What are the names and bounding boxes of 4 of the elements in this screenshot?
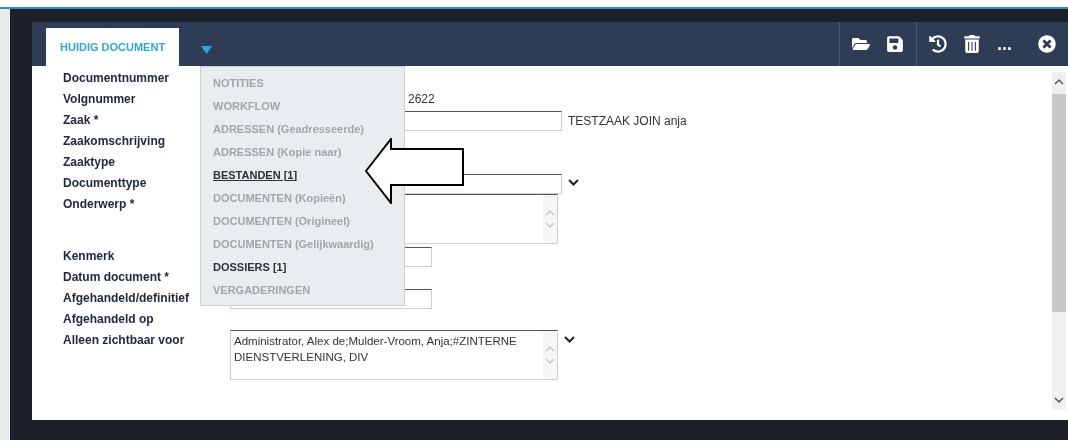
field-value: Administrator, Alex de;Mulder-Vroom, Anja;#ZINTERNE DIENSTVERLENING, DIV xyxy=(234,335,517,363)
field-label: Afgehandeld op xyxy=(63,311,155,328)
field-label: Alleen zichtbaar voor xyxy=(63,332,186,349)
case-name: TESTZAAK JOIN anja xyxy=(568,113,687,128)
